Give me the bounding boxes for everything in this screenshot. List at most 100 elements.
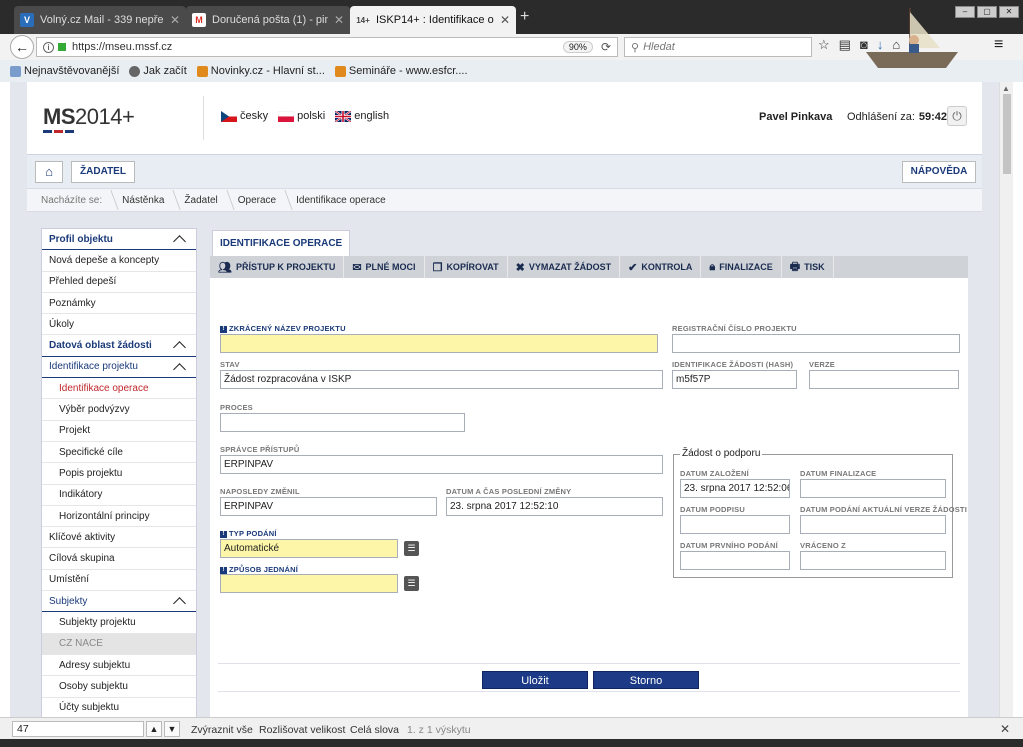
bookmark-item[interactable]: Novinky.cz - Hlavní st... — [196, 65, 325, 77]
browser-search-input[interactable]: ⚲ Hledat — [624, 37, 812, 57]
scrollbar-thumb[interactable] — [1003, 94, 1011, 174]
user-name[interactable]: Pavel Pinkava — [759, 111, 832, 123]
scroll-up-icon[interactable]: ▲ — [1002, 84, 1010, 93]
address-bar[interactable]: i https://mseu.mssf.cz 90% ⟳ — [36, 37, 618, 57]
chevron-up-icon[interactable] — [173, 341, 186, 355]
print-button[interactable]: 🖶 TISK — [782, 256, 834, 278]
submission-type-field[interactable]: Automatické — [220, 539, 398, 558]
check-button[interactable]: ✔ KONTROLA — [620, 256, 702, 278]
zoom-indicator[interactable]: 90% — [562, 41, 593, 53]
iskp-icon: 14+ — [356, 15, 370, 25]
list-icon[interactable]: ☰ — [404, 541, 419, 556]
find-next-icon[interactable]: ▼ — [164, 721, 180, 737]
help-button[interactable]: NÁPOVĚDA — [902, 161, 976, 183]
close-window-icon[interactable]: ✕ — [999, 6, 1019, 18]
lang-english[interactable]: english — [335, 110, 389, 122]
breadcrumb-item[interactable]: Nástěnka — [112, 195, 174, 206]
uk-flag-icon — [335, 110, 352, 122]
copy-button[interactable]: ❐ KOPÍROVAT — [425, 256, 508, 278]
zadatel-button[interactable]: ŽADATEL — [71, 161, 135, 183]
breadcrumb-item[interactable]: Identifikace operace — [286, 195, 396, 206]
list-icon[interactable]: ☰ — [404, 576, 419, 591]
highlight-all-toggle[interactable]: Zvýraznit vše — [191, 724, 253, 736]
browser-tab-mail[interactable]: V Volný.cz Mail - 339 nepřečt... ✕ — [14, 6, 186, 34]
lang-polish[interactable]: polski — [278, 110, 325, 122]
bookmark-item[interactable]: Nejnavštěvovanější — [10, 65, 119, 77]
chevron-up-icon[interactable] — [173, 362, 186, 376]
browser-tab-gmail[interactable]: M Doručená pošta (1) - pinka... ✕ — [186, 6, 350, 34]
process-field — [220, 413, 465, 432]
close-find-icon[interactable]: ✕ — [1000, 722, 1010, 736]
chevron-up-icon[interactable] — [173, 235, 186, 248]
bookmark-item[interactable]: Jak začít — [129, 65, 187, 77]
sidebar-item[interactable]: Projekt — [42, 421, 196, 442]
new-tab-icon[interactable]: + — [520, 8, 529, 26]
browser-tab-iskp[interactable]: 14+ ISKP14+ : Identifikace oper... ✕ — [350, 6, 516, 34]
sidebar-item[interactable]: Nová depeše a koncepty — [42, 250, 196, 272]
sidebar-item[interactable]: Popis projektu — [42, 463, 196, 485]
sidebar-item-identifikace-operace[interactable]: Identifikace operace — [42, 378, 196, 400]
sidebar-item[interactable]: Výběr podvýzvy — [42, 399, 196, 421]
close-tab-icon[interactable]: ✕ — [500, 13, 510, 27]
close-tab-icon[interactable]: ✕ — [170, 13, 180, 27]
sidebar-item[interactable]: Účty subjektu — [42, 698, 196, 717]
support-request-group: Žádost o podporu DATUM ZALOŽENÍ 23. srpn… — [673, 448, 967, 578]
sidebar-item-label: Subjekty — [49, 595, 88, 607]
reading-list-icon[interactable]: ▤ — [839, 37, 851, 53]
home-button[interactable]: ⌂ — [35, 161, 63, 183]
find-input[interactable]: 47 — [12, 721, 144, 737]
powers-button[interactable]: ✉ PLNÉ MOCI — [344, 256, 425, 278]
sidebar-item[interactable]: Přehled depeší — [42, 272, 196, 293]
save-button[interactable]: Uložit — [482, 671, 588, 689]
sidebar-item[interactable]: Adresy subjektu — [42, 655, 196, 677]
chevron-up-icon[interactable] — [173, 597, 186, 610]
sidebar-section-profil[interactable]: Profil objektu — [42, 229, 196, 251]
field-label: ! TYP PODÁNÍ — [220, 529, 277, 538]
created-date-field: 23. srpna 2017 12:52:06 — [680, 479, 790, 498]
sidebar-item[interactable]: Cílová skupina — [42, 548, 196, 570]
lang-czech[interactable]: česky — [221, 110, 268, 122]
delete-button[interactable]: ✖ VYMAZAT ŽÁDOST — [508, 256, 621, 278]
finalize-button[interactable]: 🔒︎ FINALIZACE — [701, 256, 782, 278]
access-button[interactable]: 👥︎ PŘÍSTUP K PROJEKTU — [210, 256, 345, 278]
star-icon[interactable]: ☆ — [818, 37, 830, 53]
acting-method-field[interactable] — [220, 574, 398, 593]
menu-icon[interactable]: ≡ — [994, 36, 1003, 54]
power-icon[interactable]: ⏻ — [947, 106, 967, 126]
action-label: TISK — [804, 262, 825, 272]
maximize-icon[interactable]: ▢ — [977, 6, 997, 18]
url-text[interactable]: https://mseu.mssf.cz — [72, 41, 563, 53]
sidebar-item[interactable]: Specifické cíle — [42, 442, 196, 464]
whole-words-toggle[interactable]: Celá slova — [350, 724, 399, 736]
page-scrollbar[interactable]: ▲ — [999, 82, 1013, 717]
breadcrumb-item[interactable]: Žadatel — [174, 195, 227, 206]
sidebar-item[interactable]: Horizontální principy — [42, 506, 196, 528]
ms2014-logo[interactable]: MS2014+ — [43, 104, 135, 130]
sidebar-item[interactable]: Klíčové aktivity — [42, 527, 196, 549]
action-label: PŘÍSTUP K PROJEKTU — [235, 262, 336, 272]
match-case-toggle[interactable]: Rozlišovat velikost — [259, 724, 345, 736]
sidebar-item[interactable]: Úkoly — [42, 314, 196, 336]
close-tab-icon[interactable]: ✕ — [334, 13, 344, 27]
action-label: KOPÍROVAT — [446, 262, 499, 272]
sidebar-item[interactable]: Osoby subjektu — [42, 676, 196, 698]
sidebar-section-subjekty[interactable]: Subjekty — [42, 591, 196, 613]
bookmark-item[interactable]: Semináře - www.esfcr.... — [334, 65, 468, 77]
cancel-button[interactable]: Storno — [593, 671, 699, 689]
tab-identifikace-operace[interactable]: IDENTIFIKACE OPERACE — [212, 230, 351, 256]
sidebar-item[interactable]: Poznámky — [42, 293, 196, 315]
sidebar-section-datova[interactable]: Datová oblast žádosti — [42, 335, 196, 357]
project-name-input[interactable] — [220, 334, 658, 353]
breadcrumb-item[interactable]: Operace — [228, 195, 286, 206]
sidebar-item[interactable]: Subjekty projektu — [42, 612, 196, 634]
sidebar-item-label: Popis projektu — [59, 467, 123, 479]
back-arrow-icon[interactable]: ← — [10, 35, 34, 59]
info-icon[interactable]: i — [43, 41, 54, 53]
reload-icon[interactable]: ⟳ — [601, 40, 611, 54]
sidebar-item[interactable]: Umístění — [42, 570, 196, 592]
find-previous-icon[interactable]: ▲ — [146, 721, 162, 737]
sidebar-section-identifikace[interactable]: Identifikace projektu — [42, 357, 196, 379]
sidebar-item[interactable]: Indikátory — [42, 485, 196, 506]
sidebar-item-label: Poznámky — [49, 297, 96, 309]
version-field — [809, 370, 959, 389]
